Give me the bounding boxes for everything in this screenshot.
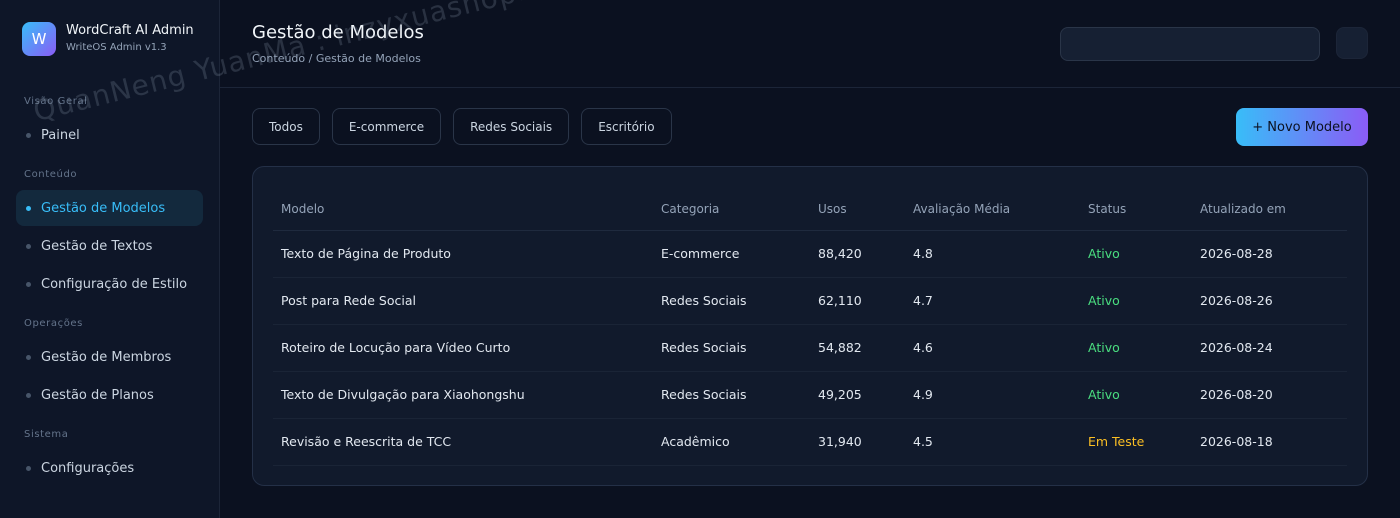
- cell-usos: 62,110: [810, 277, 905, 325]
- bullet-icon: [26, 392, 31, 398]
- sidebar-item-label: Configuração de Estilo: [41, 276, 188, 292]
- sidebar-item-label: Gestão de Planos: [41, 387, 154, 403]
- table-row[interactable]: Roteiro de Locução para Vídeo Curto Rede…: [273, 324, 1347, 372]
- filter-chip-redes-sociais[interactable]: Redes Sociais: [453, 108, 570, 145]
- cell-modelo: Revisão e Reescrita de TCC: [273, 418, 653, 466]
- table-header-row: Modelo Categoria Usos Avaliação Média St…: [273, 189, 1347, 231]
- bullet-icon: [26, 465, 31, 471]
- new-model-button[interactable]: + Novo Modelo: [1236, 108, 1368, 146]
- sidebar-item-painel[interactable]: Painel: [16, 117, 203, 153]
- sidebar-item-gestao-de-planos[interactable]: Gestão de Planos: [16, 377, 203, 413]
- cell-categoria: Redes Sociais: [653, 277, 810, 325]
- sidebar-item-label: Painel: [41, 127, 80, 143]
- models-table: Modelo Categoria Usos Avaliação Média St…: [273, 189, 1347, 466]
- cell-usos: 49,205: [810, 371, 905, 419]
- column-header-modelo: Modelo: [273, 189, 653, 231]
- cell-categoria: E-commerce: [653, 230, 810, 278]
- cell-categoria: Redes Sociais: [653, 324, 810, 372]
- main-content: Gestão de Modelos Conteúdo / Gestão de M…: [220, 0, 1400, 518]
- cell-usos: 54,882: [810, 324, 905, 372]
- column-header-avaliacao: Avaliação Média: [905, 189, 1080, 231]
- sidebar-item-gestao-de-modelos[interactable]: Gestão de Modelos: [16, 190, 203, 226]
- column-header-status: Status: [1080, 189, 1192, 231]
- table-row[interactable]: Post para Rede Social Redes Sociais 62,1…: [273, 277, 1347, 325]
- brand: W WordCraft AI Admin WriteOS Admin v1.3: [16, 22, 203, 56]
- sidebar-item-label: Configurações: [41, 460, 135, 476]
- cell-usos: 88,420: [810, 230, 905, 278]
- table-row[interactable]: Texto de Divulgação para Xiaohongshu Red…: [273, 371, 1347, 419]
- cell-categoria: Redes Sociais: [653, 371, 810, 419]
- bullet-icon: [26, 354, 31, 360]
- column-header-usos: Usos: [810, 189, 905, 231]
- brand-title: WordCraft AI Admin: [66, 23, 194, 38]
- bullet-icon: [26, 243, 31, 249]
- cell-modelo: Roteiro de Locução para Vídeo Curto: [273, 324, 653, 372]
- sidebar-item-gestao-de-textos[interactable]: Gestão de Textos: [16, 228, 203, 264]
- table-row[interactable]: Revisão e Reescrita de TCC Acadêmico 31,…: [273, 418, 1347, 466]
- column-header-atualizado: Atualizado em: [1192, 189, 1347, 231]
- status-badge: Ativo: [1080, 230, 1192, 278]
- cell-modelo: Texto de Página de Produto: [273, 230, 653, 278]
- nav-section-operations: Operações: [24, 318, 83, 329]
- cell-atualizado: 2026-08-26: [1192, 277, 1347, 325]
- brand-logo: W: [22, 22, 56, 56]
- nav-section-overview: Visão Geral: [24, 96, 88, 107]
- filter-chip-escritorio[interactable]: Escritório: [581, 108, 672, 145]
- sidebar-item-gestao-de-membros[interactable]: Gestão de Membros: [16, 339, 203, 375]
- column-header-categoria: Categoria: [653, 189, 810, 231]
- cell-categoria: Acadêmico: [653, 418, 810, 466]
- cell-atualizado: 2026-08-18: [1192, 418, 1347, 466]
- nav-section-content: Conteúdo: [24, 169, 78, 180]
- status-badge: Ativo: [1080, 277, 1192, 325]
- cell-atualizado: 2026-08-24: [1192, 324, 1347, 372]
- bullet-icon: [26, 205, 31, 211]
- cell-usos: 31,940: [810, 418, 905, 466]
- sidebar-item-configuracao-de-estilo[interactable]: Configuração de Estilo: [16, 266, 203, 302]
- category-filters: Todos E-commerce Redes Sociais Escritóri…: [252, 108, 672, 145]
- nav-section-system: Sistema: [24, 429, 69, 440]
- status-badge: Em Teste: [1080, 418, 1192, 466]
- filter-chip-e-commerce[interactable]: E-commerce: [331, 108, 442, 145]
- bullet-icon: [26, 132, 31, 138]
- sidebar-item-label: Gestão de Modelos: [41, 200, 166, 216]
- sidebar-item-label: Gestão de Membros: [41, 349, 172, 365]
- cell-modelo: Texto de Divulgação para Xiaohongshu: [273, 371, 653, 419]
- sidebar-item-label: Gestão de Textos: [41, 238, 153, 254]
- cell-avaliacao: 4.8: [905, 230, 1080, 278]
- sidebar: W WordCraft AI Admin WriteOS Admin v1.3 …: [0, 0, 220, 518]
- cell-avaliacao: 4.6: [905, 324, 1080, 372]
- status-badge: Ativo: [1080, 324, 1192, 372]
- brand-subtitle: WriteOS Admin v1.3: [66, 42, 167, 53]
- bullet-icon: [26, 281, 31, 287]
- cell-avaliacao: 4.9: [905, 371, 1080, 419]
- header-action-button[interactable]: [1336, 27, 1368, 59]
- cell-atualizado: 2026-08-28: [1192, 230, 1347, 278]
- app-root: W WordCraft AI Admin WriteOS Admin v1.3 …: [0, 0, 1400, 518]
- cell-avaliacao: 4.5: [905, 418, 1080, 466]
- search-input[interactable]: [1060, 27, 1320, 61]
- status-badge: Ativo: [1080, 371, 1192, 419]
- models-table-card: Modelo Categoria Usos Avaliação Média St…: [252, 166, 1368, 486]
- page-header: Gestão de Modelos Conteúdo / Gestão de M…: [220, 0, 1400, 88]
- cell-atualizado: 2026-08-20: [1192, 371, 1347, 419]
- cell-modelo: Post para Rede Social: [273, 277, 653, 325]
- filter-chip-todos[interactable]: Todos: [252, 108, 320, 145]
- cell-avaliacao: 4.7: [905, 277, 1080, 325]
- brand-text: WordCraft AI Admin WriteOS Admin v1.3: [66, 23, 194, 55]
- sidebar-item-configuracoes[interactable]: Configurações: [16, 450, 203, 486]
- table-row[interactable]: Texto de Página de Produto E-commerce 88…: [273, 230, 1347, 278]
